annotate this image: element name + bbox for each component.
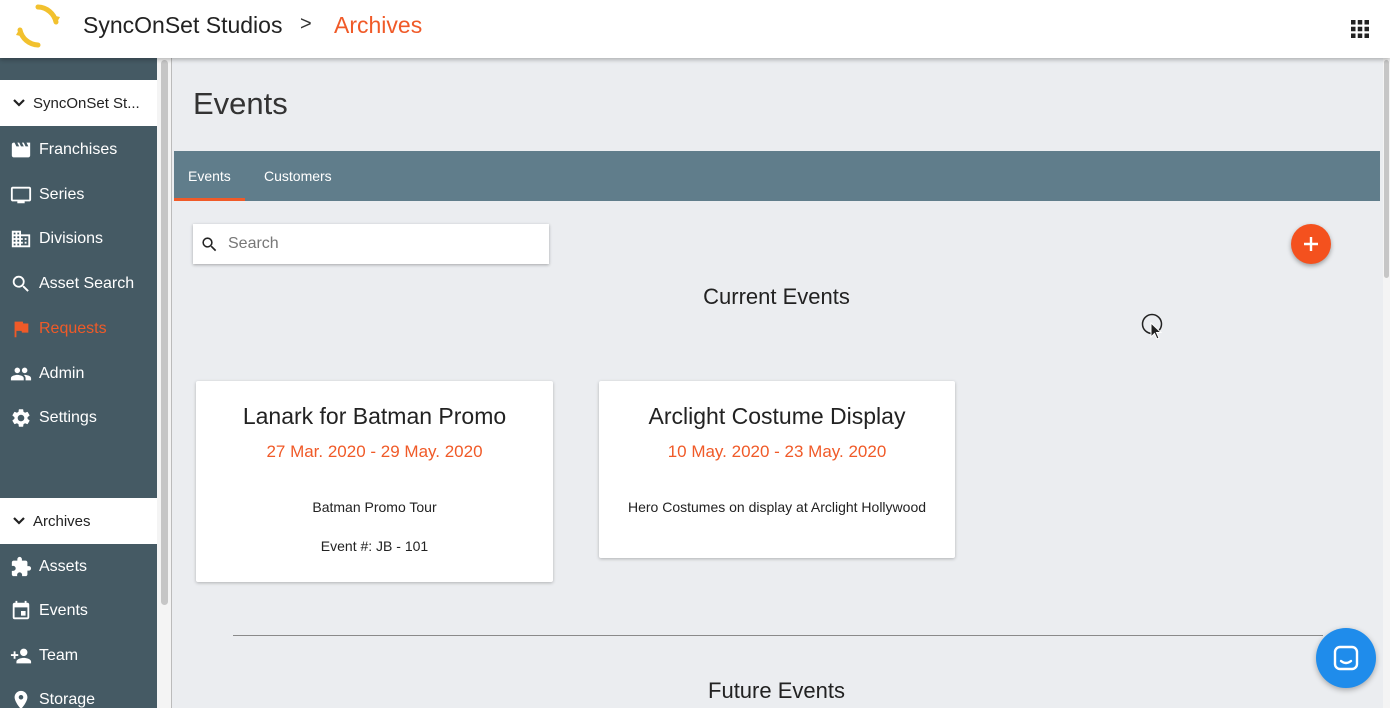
event-card[interactable]: Arclight Costume Display 10 May. 2020 - …: [599, 381, 955, 558]
event-dates: 10 May. 2020 - 23 May. 2020: [667, 442, 887, 461]
calendar-icon: [12, 600, 30, 620]
chat-button[interactable]: [1316, 628, 1376, 688]
sidebar-item-events[interactable]: Events: [0, 591, 157, 631]
section-divider: [233, 635, 1323, 636]
sidebar-item-label: Franchises: [39, 141, 118, 158]
current-events-heading: Current Events: [703, 284, 850, 309]
search-icon: [12, 275, 29, 292]
top-bar: SyncOnSet Studios > Archives: [0, 0, 1390, 58]
apps-grid-icon[interactable]: [1350, 19, 1370, 39]
event-number: Event #: JB - 101: [320, 538, 429, 554]
sidebar-item-label: Divisions: [39, 230, 104, 247]
sidebar-item-assets[interactable]: Assets: [0, 547, 157, 587]
monitor-icon: [10, 186, 32, 204]
main-content: Events Events Customers Current Events L…: [173, 58, 1383, 708]
sidebar-item-label: Assets: [39, 558, 88, 575]
sidebar-item-label: Events: [39, 602, 88, 619]
breadcrumb-separator: >: [300, 13, 312, 35]
sidebar-item-admin[interactable]: Admin: [0, 354, 157, 394]
flag-icon: [14, 321, 29, 338]
sidebar-item-storage[interactable]: Storage: [0, 680, 157, 708]
clapperboard-icon: [11, 142, 31, 158]
event-card[interactable]: Lanark for Batman Promo 27 Mar. 2020 - 2…: [196, 381, 553, 582]
event-description: Hero Costumes on display at Arclight Hol…: [627, 499, 927, 515]
sidebar-item-divisions[interactable]: Divisions: [0, 219, 157, 259]
search-field[interactable]: [193, 224, 549, 264]
sidebar-item-label: Team: [39, 647, 79, 664]
add-event-button[interactable]: [1291, 224, 1331, 264]
search-input[interactable]: [228, 235, 528, 253]
chevron-down-icon: [13, 517, 25, 525]
gear-icon: [12, 409, 30, 427]
chat-icon: [1333, 645, 1359, 671]
sidebar-item-franchises[interactable]: Franchises: [0, 130, 157, 170]
sidebar-item-team[interactable]: Team: [0, 636, 157, 676]
building-icon: [11, 230, 31, 248]
plus-icon: [1304, 237, 1318, 251]
sidebar-org-label: SyncOnSet St...: [33, 94, 140, 112]
event-dates: 27 Mar. 2020 - 29 May. 2020: [266, 442, 483, 461]
sidebar-item-label: Storage: [39, 691, 96, 708]
sync-logo-icon[interactable]: [14, 2, 62, 50]
event-description: Batman Promo Tour: [312, 499, 437, 515]
add-person-icon: [10, 648, 32, 664]
event-title: Arclight Costume Display: [648, 403, 906, 429]
sidebar-scrollbar-thumb[interactable]: [161, 60, 168, 605]
org-name[interactable]: SyncOnSet Studios: [83, 12, 282, 39]
sidebar-item-series[interactable]: Series: [0, 175, 157, 215]
search-icon: [202, 236, 217, 251]
sidebar-item-label: Asset Search: [39, 275, 135, 292]
tab-events[interactable]: Events: [174, 151, 245, 201]
event-title: Lanark for Batman Promo: [242, 403, 507, 429]
main-scrollbar[interactable]: [1383, 58, 1390, 708]
sidebar: SyncOnSet St... Franchises Series Divisi…: [0, 58, 157, 708]
people-icon: [10, 367, 32, 381]
sidebar-item-label: Admin: [39, 365, 85, 382]
mouse-cursor-icon: [1141, 313, 1163, 340]
sidebar-archives-section[interactable]: Archives: [0, 498, 157, 544]
tab-bar: Events Customers: [174, 151, 1380, 201]
sidebar-item-requests[interactable]: Requests: [0, 309, 157, 349]
main-scrollbar-thumb[interactable]: [1384, 60, 1389, 278]
location-pin-icon: [14, 690, 28, 708]
breadcrumb-current: Archives: [334, 12, 423, 38]
sidebar-item-label: Requests: [39, 320, 107, 337]
sidebar-item-settings[interactable]: Settings: [0, 398, 157, 438]
page-title: Events: [193, 86, 288, 121]
sidebar-item-asset-search[interactable]: Asset Search: [0, 264, 157, 304]
future-events-heading: Future Events: [708, 678, 845, 703]
sidebar-item-label: Series: [39, 186, 85, 203]
sidebar-archives-label: Archives: [33, 512, 91, 530]
puzzle-icon: [11, 556, 32, 577]
sidebar-scrollbar[interactable]: [157, 58, 172, 708]
chevron-down-icon: [13, 99, 25, 107]
tab-customers[interactable]: Customers: [264, 151, 332, 201]
sidebar-item-label: Settings: [39, 409, 97, 426]
sidebar-org-section[interactable]: SyncOnSet St...: [0, 80, 157, 126]
